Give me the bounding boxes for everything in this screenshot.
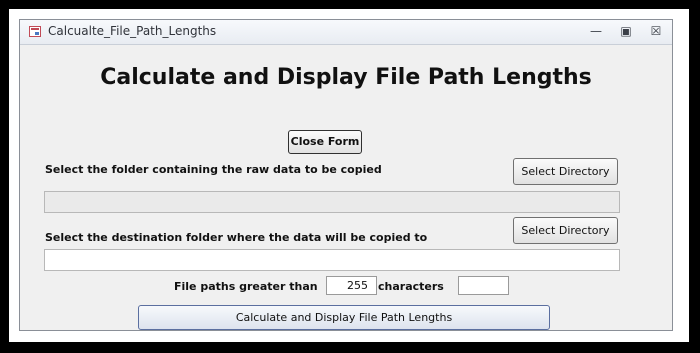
close-form-button[interactable]: Close Form (288, 130, 362, 154)
characters-label: characters (378, 280, 444, 293)
form-icon (29, 26, 41, 37)
close-icon[interactable]: ☒ (642, 22, 670, 41)
source-folder-label: Select the folder containing the raw dat… (45, 163, 382, 176)
access-form-window: Calcualte_File_Path_Lengths — ▣ ☒ Calcul… (19, 19, 673, 331)
form-body: Calculate and Display File Path Lengths … (20, 45, 672, 330)
destination-path-field[interactable] (44, 249, 620, 271)
destination-folder-label: Select the destination folder where the … (45, 231, 428, 244)
select-source-directory-button[interactable]: Select Directory (513, 158, 618, 185)
calculate-button[interactable]: Calculate and Display File Path Lengths (138, 305, 550, 330)
result-count-field[interactable] (458, 276, 509, 295)
form-heading: Calculate and Display File Path Lengths (100, 65, 592, 90)
title-bar[interactable]: Calcualte_File_Path_Lengths — ▣ ☒ (20, 20, 672, 45)
threshold-input[interactable]: 255 (326, 276, 377, 295)
select-destination-directory-button[interactable]: Select Directory (513, 217, 618, 244)
window-title: Calcualte_File_Path_Lengths (48, 24, 217, 38)
source-path-field[interactable] (44, 191, 620, 213)
minimize-icon[interactable]: — (582, 22, 610, 41)
maximize-icon[interactable]: ▣ (612, 22, 640, 41)
threshold-label: File paths greater than (174, 280, 318, 293)
